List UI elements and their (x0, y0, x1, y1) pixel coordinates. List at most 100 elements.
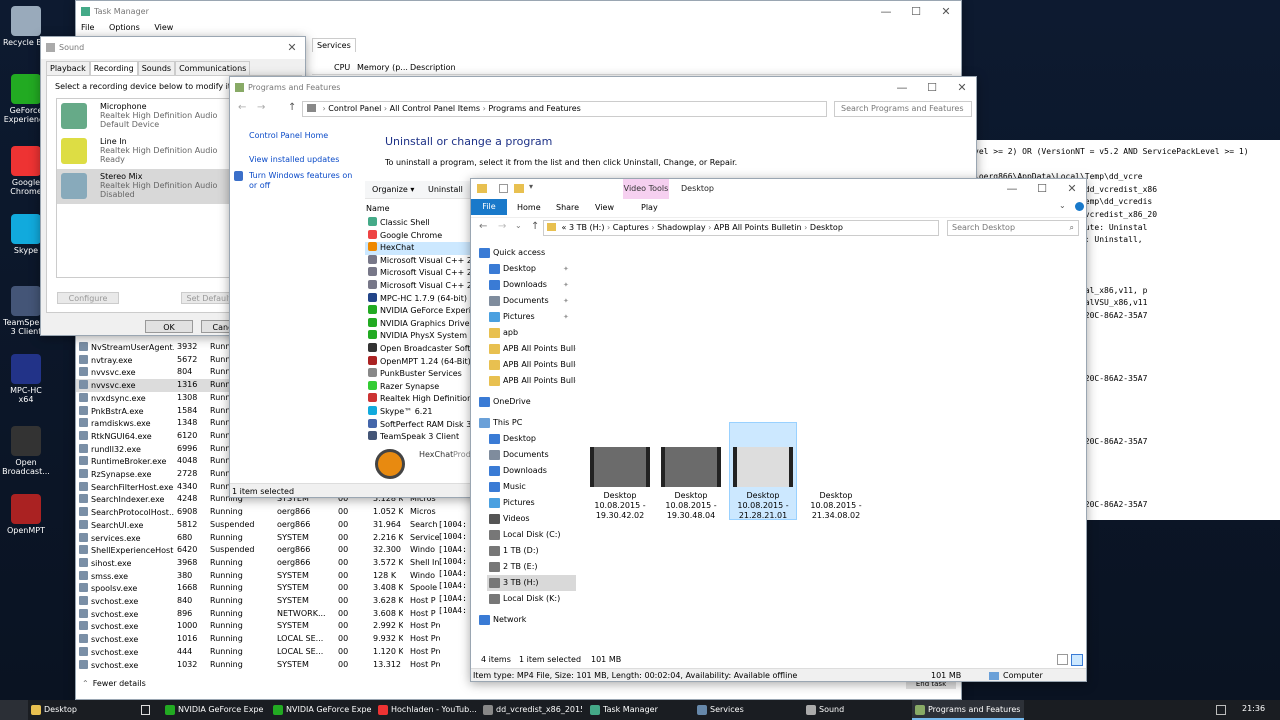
nav-item[interactable]: Desktop ✦ (487, 261, 576, 277)
programs-search-input[interactable]: Search Programs and Features (841, 104, 963, 113)
nav-item[interactable]: Music (487, 479, 576, 495)
nav-item[interactable]: OneDrive (477, 394, 576, 410)
taskbar-button[interactable]: NVIDIA GeForce Exper... (162, 700, 264, 720)
recording-device[interactable]: Stereo Mix Realtek High Definition Audio D… (57, 169, 235, 204)
breadcrumb-programs[interactable]: Programs and Features (488, 104, 580, 113)
table-row[interactable]: svchost.exe 840 Running SYSTEM 00 3.628 K Host… (76, 595, 476, 608)
menu-options[interactable]: Options (109, 23, 140, 32)
forward-arrow-icon[interactable]: → (257, 102, 265, 113)
program-row[interactable]: Classic Shell (365, 217, 475, 230)
tab-recording[interactable]: Recording (89, 61, 138, 75)
table-row[interactable]: svchost.exe 1000 Running SYSTEM 00 2.992 K Hos… (76, 620, 476, 633)
explorer-maximize-button[interactable]: ☐ (1027, 179, 1057, 199)
new-folder-icon[interactable] (514, 184, 524, 193)
recording-device[interactable]: Line In Realtek High Definition Audio Read… (57, 134, 235, 169)
chevron-down-icon[interactable]: ▾ (529, 182, 533, 191)
up-arrow-icon[interactable]: ↑ (288, 102, 296, 113)
breadcrumb-control-panel[interactable]: Control Panel (328, 104, 381, 113)
tab-services[interactable]: Services (312, 38, 356, 52)
desktop-icon[interactable]: OpenMPT (2, 494, 50, 535)
taskbar-button[interactable]: NVIDIA GeForce Exper... (270, 700, 372, 720)
explorer-minimize-button[interactable]: — (997, 179, 1027, 199)
table-row[interactable]: spoolsv.exe 1668 Running SYSTEM 00 3.408 K Spo… (76, 582, 476, 595)
tiles-view-icon[interactable] (1071, 654, 1083, 666)
pin-icon[interactable]: ✦ (563, 261, 569, 277)
link-windows-features[interactable]: Turn Windows features on or off (249, 171, 357, 191)
program-row[interactable]: OpenMPT 1.24 (64-Bit) (365, 355, 475, 369)
program-row[interactable]: Google Chrome (365, 229, 475, 243)
table-row[interactable]: smss.exe 380 Running SYSTEM 00 128 K Windo (76, 570, 476, 583)
nav-item[interactable]: APB All Points Bulle (487, 341, 576, 357)
task-view-icon[interactable] (141, 705, 150, 715)
maximize-button[interactable]: ☐ (901, 1, 931, 23)
configure-button[interactable]: Configure (57, 292, 119, 304)
link-control-panel-home[interactable]: Control Panel Home (249, 131, 328, 140)
program-row[interactable]: SoftPerfect RAM Disk 3.4.6 (365, 418, 475, 432)
pin-icon[interactable]: ✦ (563, 277, 569, 293)
table-row[interactable]: SearchProtocolHost... 6908 Running oerg866 0… (76, 506, 476, 519)
nav-item[interactable]: Network (477, 612, 576, 628)
ribbon-tab-play[interactable]: Play (641, 203, 658, 212)
table-row[interactable]: services.exe 680 Running SYSTEM 00 2.216 K Ser… (76, 532, 476, 545)
taskbar-button[interactable]: Desktop (28, 700, 140, 720)
program-row[interactable]: Microsoft Visual C++ 2008 (365, 267, 475, 280)
col-cpu[interactable]: CPU (334, 63, 350, 72)
file-item[interactable]: Desktop 10.08.2015 -19.30.48.04 (658, 423, 724, 520)
nav-item[interactable]: Videos (487, 511, 576, 527)
explorer-search-input[interactable]: Search Desktop (952, 223, 1015, 232)
pin-icon[interactable]: ✦ (563, 293, 569, 309)
start-button[interactable] (0, 700, 28, 720)
program-row[interactable]: NVIDIA GeForce Experience (365, 305, 475, 318)
breadcrumb-desktop[interactable]: Desktop (810, 223, 843, 232)
col-description[interactable]: Description (410, 63, 456, 72)
table-row[interactable]: sihost.exe 3968 Running oerg866 00 3.572 K She… (76, 557, 476, 570)
programs-address-bar[interactable]: › Control Panel › All Control Panel Item… (302, 101, 827, 117)
nav-item[interactable]: This PC (477, 415, 576, 431)
uninstall-button[interactable]: Uninstall (428, 185, 463, 194)
explorer-titlebar[interactable]: ▾ Video Tools Desktop — ☐ ✕ (471, 179, 1086, 199)
fewer-details[interactable]: ⌃ Fewer details (82, 679, 146, 688)
task-manager-titlebar[interactable]: Task Manager — ☐ ✕ (76, 1, 961, 23)
nav-item[interactable]: apb (487, 325, 576, 341)
explorer-search[interactable]: Search Desktop ⌕ (947, 220, 1079, 236)
nav-item[interactable]: Documents ✦ (487, 293, 576, 309)
help-icon[interactable] (1075, 202, 1084, 211)
clock[interactable]: 21:36 (1242, 704, 1265, 713)
explorer-close-button[interactable]: ✕ (1057, 179, 1086, 199)
recent-chevron-icon[interactable]: ⌄ (515, 221, 522, 230)
pin-icon[interactable]: ✦ (563, 309, 569, 325)
close-button[interactable]: ✕ (931, 1, 961, 23)
nav-item[interactable]: Pictures (487, 495, 576, 511)
taskbar-tray-icon[interactable] (1216, 705, 1226, 715)
program-row[interactable]: NVIDIA Graphics Driver 35 (365, 317, 475, 331)
forward-arrow-icon[interactable]: → (498, 221, 506, 232)
minimize-button[interactable]: — (871, 1, 901, 23)
nav-item[interactable]: APB All Points Bulle (487, 357, 576, 373)
explorer-window[interactable]: ▾ Video Tools Desktop — ☐ ✕ File Home Sh… (470, 178, 1087, 682)
organize-button[interactable]: Organize ▾ (372, 185, 414, 194)
col-memory[interactable]: Memory (p... (357, 63, 408, 72)
desktop-icon[interactable]: MPC-HC x64 (2, 354, 50, 404)
nav-item[interactable]: Pictures ✦ (487, 309, 576, 325)
programs-titlebar[interactable]: Programs and Features — ☐ ✕ (230, 77, 976, 99)
program-row[interactable]: MPC-HC 1.7.9 (64-bit) (365, 292, 475, 306)
file-item[interactable]: Desktop 10.08.2015 -19.30.42.02 (587, 423, 653, 520)
program-row[interactable]: Realtek High Definition A (365, 393, 475, 406)
tab-playback[interactable]: Playback (46, 61, 90, 76)
breadcrumb-captures[interactable]: Captures (613, 223, 649, 232)
programs-maximize-button[interactable]: ☐ (917, 77, 947, 99)
nav-item[interactable]: Local Disk (C:) (487, 527, 576, 543)
breadcrumb-apb[interactable]: APB All Points Bulletin (714, 223, 802, 232)
tab-sounds[interactable]: Sounds (137, 61, 176, 76)
file-item[interactable]: Desktop 10.08.2015 -21.28.21.01 (729, 422, 797, 520)
taskbar-button[interactable]: Sound (803, 700, 907, 720)
back-arrow-icon[interactable]: ← (479, 221, 487, 232)
program-row[interactable]: Microsoft Visual C++ 2005 (365, 254, 475, 268)
programs-minimize-button[interactable]: — (887, 77, 917, 99)
nav-item[interactable]: Quick access (477, 245, 576, 261)
chevron-down-icon[interactable]: ⌄ (1059, 201, 1066, 210)
table-row[interactable]: SearchUI.exe 5812 Suspended oerg866 00 31.964… (76, 519, 476, 532)
taskbar-button[interactable]: Services (694, 700, 796, 720)
recording-device[interactable]: Microphone Realtek High Definition Audio D… (57, 99, 235, 134)
link-view-updates[interactable]: View installed updates (249, 155, 339, 164)
